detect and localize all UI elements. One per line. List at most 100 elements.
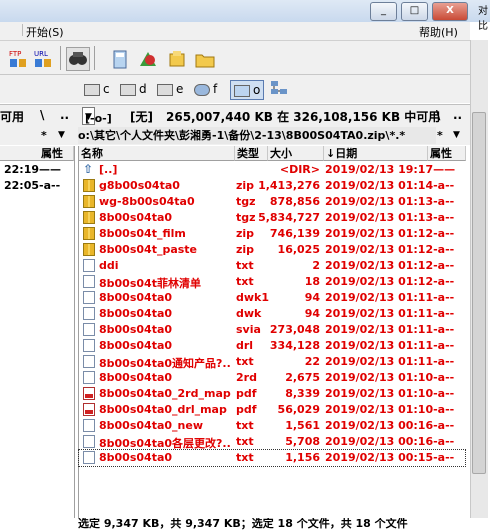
column-header-size[interactable]: 大小 <box>268 146 324 161</box>
chevron-down-icon[interactable]: ▼ <box>58 130 65 140</box>
file-date: 2019/02/13 01:10-a-- <box>325 403 455 416</box>
free-space-text: 265,007,440 KB 在 326,108,156 KB 中可用 <box>166 110 441 124</box>
file-type: dwk1 <box>236 291 270 304</box>
calculator-icon[interactable] <box>108 47 132 71</box>
left-list-item[interactable]: 22:19—— <box>4 163 61 176</box>
folder-icon[interactable] <box>193 47 217 71</box>
file-size: 5,708 <box>285 435 320 448</box>
file-row[interactable]: 8b00s04t_paste zip 16,025 2019/02/13 01:12-… <box>79 242 465 258</box>
file-type: zip <box>236 179 255 192</box>
file-row[interactable]: 8b00s04ta0 dwk 94 2019/02/13 01:11-a-- <box>79 306 465 322</box>
doc-icon <box>83 323 95 336</box>
chevron-down-icon[interactable]: ▼ <box>453 130 460 140</box>
file-name: 8b00s04ta0 <box>99 323 173 336</box>
toolbar: FTP URL <box>0 41 470 75</box>
drive-f-button[interactable]: f <box>194 80 217 98</box>
drive-o-button[interactable]: o <box>230 80 265 100</box>
minimize-button[interactable]: _ <box>370 2 397 21</box>
zip-icon <box>83 195 95 208</box>
network-button[interactable] <box>270 80 288 98</box>
left-up-button[interactable]: .. <box>60 108 69 122</box>
doc-icon <box>83 371 95 384</box>
file-size: 1,413,276 <box>258 179 320 192</box>
file-row[interactable]: 8b00s04ta0通知产品?.. txt 22 2019/02/13 01:11-a… <box>79 354 465 370</box>
doc-icon <box>83 451 95 464</box>
file-size: 1,561 <box>285 419 320 432</box>
file-type: dwk <box>236 307 262 320</box>
file-type: tgz <box>236 211 256 224</box>
find-icon[interactable] <box>66 47 90 71</box>
maximize-button[interactable]: □ <box>401 2 428 21</box>
file-row[interactable]: ddi txt 2 2019/02/13 01:12-a-- <box>79 258 465 274</box>
file-row[interactable]: ⇧ [..] <DIR> 2019/02/13 19:17—— <box>79 162 465 178</box>
file-name: 8b00s04ta0 <box>99 211 173 224</box>
ftp-icon[interactable]: FTP <box>6 47 30 71</box>
network-drive-icon <box>194 83 210 96</box>
info-bar: 可用 \ .. [-o-] ▼ [无] 265,007,440 KB 在 326… <box>0 104 470 127</box>
current-path[interactable]: o:\其它\个人文件夹\彭湘勇-1\备份\2-13\8B00S04TA0.zip… <box>78 127 436 144</box>
column-header-attr[interactable]: 属性 <box>428 146 466 161</box>
doc-icon <box>83 355 95 368</box>
file-date: 2019/02/13 01:12-a-- <box>325 275 455 288</box>
left-root-button[interactable]: \ <box>40 108 44 122</box>
right-filter[interactable]: * <box>437 129 443 142</box>
right-file-panel[interactable]: 名称 类型 大小 ↓日期 属性 ⇧ [..] <DIR> 2019/02/13 19:… <box>78 146 467 518</box>
svg-text:FTP: FTP <box>9 50 21 58</box>
file-type: 2rd <box>236 371 257 384</box>
scrollbar-thumb[interactable] <box>472 112 486 474</box>
drive-letter: d <box>139 82 147 96</box>
file-row[interactable]: 8b00s04ta0 dwk1 94 2019/02/13 01:11-a-- <box>79 290 465 306</box>
left-filter[interactable]: * <box>41 129 47 142</box>
file-type: txt <box>236 435 254 448</box>
file-size: 22 <box>304 355 320 368</box>
file-row[interactable]: 8b00s04ta0 svia 273,048 2019/02/13 01:11-a-… <box>79 322 465 338</box>
file-name: 8b00s04ta0_drl_map <box>99 403 227 416</box>
drive-d-button[interactable]: d <box>120 80 147 98</box>
file-row[interactable]: 8b00s04ta0_drl_map pdf 56,029 2019/02/13 01… <box>79 402 465 418</box>
file-row[interactable]: 8b00s04ta0各层更改?.. txt 5,708 2019/02/13 00:1… <box>79 434 465 450</box>
status-text: 选定 9,347 KB，共 9,347 KB；选定 18 个文件，共 18 个文… <box>78 518 408 530</box>
file-name: 8b00s04ta0 <box>99 307 173 320</box>
menu-item-start[interactable]: 开始(S) <box>26 24 64 40</box>
column-header-attr[interactable]: 属性 <box>0 146 74 161</box>
file-size: 94 <box>304 291 320 304</box>
file-date: 2019/02/13 01:11-a-- <box>325 339 455 352</box>
file-row[interactable]: wg-8b00s04ta0 tgz 878,856 2019/02/13 01:13-… <box>79 194 465 210</box>
menu-item-help[interactable]: 帮助(H) <box>419 24 458 40</box>
left-list-item[interactable]: 22:05-a-- <box>4 179 60 192</box>
drive-letter: e <box>176 82 184 96</box>
file-row[interactable]: 8b00s04ta0 drl 334,128 2019/02/13 01:11-a-- <box>79 338 465 354</box>
file-row[interactable]: g8b00s04ta0 zip 1,413,276 2019/02/13 01:14-… <box>79 178 465 194</box>
file-date: 2019/02/13 01:10-a-- <box>325 371 455 384</box>
drive-e-button[interactable]: e <box>157 80 183 98</box>
drive-select[interactable]: [-o-] ▼ <box>82 107 112 125</box>
compare-icon[interactable] <box>136 47 160 71</box>
file-row[interactable]: 8b00s04t_film zip 746,139 2019/02/13 01:12-… <box>79 226 465 242</box>
file-row[interactable]: 8b00s04t菲林清单 txt 18 2019/02/13 01:12-a-- <box>79 274 465 290</box>
close-button[interactable]: X <box>432 2 468 21</box>
column-header-type[interactable]: 类型 <box>235 146 268 161</box>
zip-icon <box>83 179 95 192</box>
file-row[interactable]: 8b00s04ta0_2rd_map pdf 8,339 2019/02/13 01:… <box>79 386 465 402</box>
file-row[interactable]: 8b00s04ta0 2rd 2,675 2019/02/13 01:10-a-- <box>79 370 465 386</box>
right-up-button[interactable]: .. <box>453 108 462 122</box>
file-row[interactable]: 8b00s04ta0 txt 1,156 2019/02/13 00:15-a-- <box>78 449 466 467</box>
file-date: 2019/02/13 01:12-a-- <box>325 227 455 240</box>
drive-letter: o <box>253 83 261 97</box>
file-date: 2019/02/13 01:13-a-- <box>325 195 455 208</box>
url-icon[interactable]: URL <box>31 47 55 71</box>
drive-c-button[interactable]: c <box>84 80 110 98</box>
left-file-panel[interactable]: 属性 22:19—— 22:05-a-- <box>0 146 75 518</box>
hard-drive-icon <box>84 83 100 96</box>
column-header-name[interactable]: 名称 <box>79 146 235 161</box>
file-row[interactable]: 8b00s04ta0 tgz 5,834,727 2019/02/13 01:13-a… <box>79 210 465 226</box>
file-row[interactable]: 8b00s04ta0_new txt 1,561 2019/02/13 00:16-a… <box>79 418 465 434</box>
right-edge-text: 对比 <box>478 6 488 32</box>
file-size: <DIR> <box>279 163 320 176</box>
file-size: 94 <box>304 307 320 320</box>
right-root-button[interactable]: \ <box>436 108 440 122</box>
drive-letter: f <box>213 82 218 96</box>
pack-icon[interactable] <box>165 47 189 71</box>
column-header-date[interactable]: ↓日期 <box>324 146 428 161</box>
volume-label: [无] <box>130 110 153 124</box>
